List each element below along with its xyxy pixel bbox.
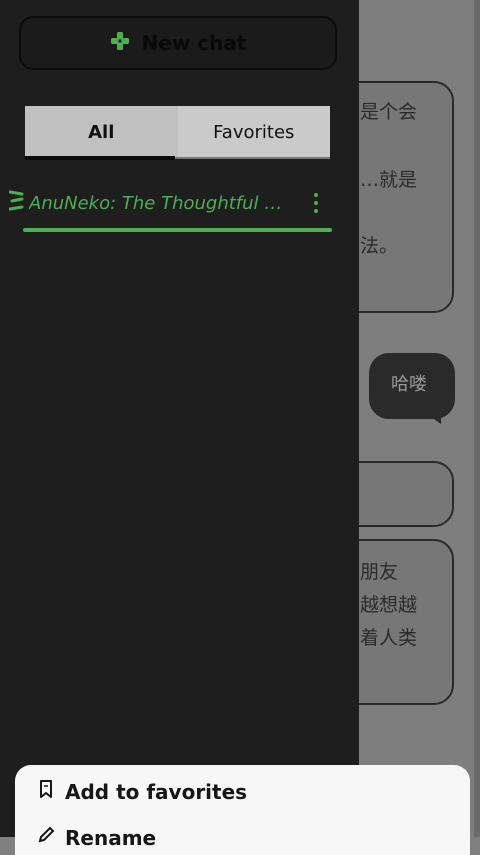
tab-all[interactable]: All [25,106,178,158]
message-line: 着人类 [360,627,418,649]
message-line: 朋友 [360,561,399,583]
new-chat-label: New chat [141,31,247,55]
tab-divider [175,157,330,159]
message-line: 是个会 [360,101,418,123]
message-line: 法。 [360,235,399,257]
more-options-icon[interactable] [306,190,326,216]
message-line: …就是 [360,169,418,191]
chat-icon [8,189,25,217]
rename-button[interactable]: Rename [37,825,156,850]
chat-title: AnuNeko: The Thoughtful Cat [29,192,291,214]
active-tab-indicator [25,156,175,160]
message-text: 哈喽 [391,374,427,395]
user-message-bubble: 哈喽 [369,353,455,419]
chat-options-sheet: Add to favorites Rename [15,765,470,855]
navigation-drawer: New chat All Favorites AnuNeko: The Thou… [0,0,359,837]
selected-chat-indicator [23,228,332,232]
rename-label: Rename [65,825,157,850]
add-to-favorites-label: Add to favorites [65,779,248,804]
edit-icon [37,825,55,850]
scroll-strip [474,0,480,837]
chat-filter-tabs: All Favorites [25,106,330,158]
tab-favorites[interactable]: Favorites [177,106,330,158]
bubble-tail [421,410,441,424]
plus-icon [110,31,130,56]
message-line: 越想越 [360,594,418,616]
add-to-favorites-button[interactable]: Add to favorites [37,779,247,804]
chat-list-item[interactable]: AnuNeko: The Thoughtful Cat [8,186,334,220]
new-chat-button[interactable]: New chat [19,16,337,70]
bookmark-icon [37,779,55,804]
